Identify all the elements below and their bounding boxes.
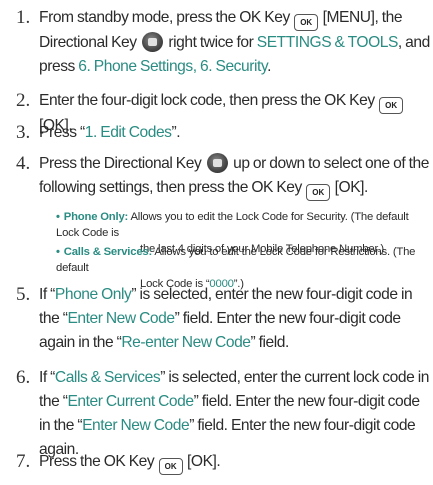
step-number: 5. bbox=[16, 284, 31, 305]
step-text: Press “1. Edit Codes”. bbox=[39, 124, 181, 141]
field-name: Enter New Code bbox=[67, 310, 175, 327]
ok-key-icon: OK bbox=[294, 14, 319, 31]
setting-name: Phone Only bbox=[54, 286, 132, 303]
step-number: 6. bbox=[16, 367, 31, 388]
step-number: 7. bbox=[16, 451, 31, 472]
step-number: 4. bbox=[16, 153, 31, 174]
directional-key-icon bbox=[142, 32, 164, 52]
step-text: If “Calls & Services” is selected, enter… bbox=[39, 369, 429, 458]
field-name: Enter New Code bbox=[82, 417, 190, 434]
step-text: From standby mode, press the OK Key OK [… bbox=[39, 9, 430, 75]
field-name: Enter Current Code bbox=[67, 393, 194, 410]
menu-path: SETTINGS & TOOLS bbox=[256, 34, 399, 51]
sub-item-term: Phone Only: bbox=[63, 211, 129, 223]
menu-path: 1. Edit Codes bbox=[84, 124, 172, 141]
instruction-page: 1. From standby mode, press the OK Key O… bbox=[0, 0, 433, 485]
ok-key-icon: OK bbox=[158, 458, 183, 475]
setting-name: Calls & Services bbox=[54, 369, 161, 386]
step-number: 1. bbox=[16, 7, 31, 28]
ok-key-icon: OK bbox=[379, 97, 404, 114]
bullet: • bbox=[56, 246, 60, 258]
bullet: • bbox=[56, 211, 60, 223]
step-text: If “Phone Only” is selected, enter the n… bbox=[39, 286, 413, 351]
directional-key-icon bbox=[206, 153, 228, 173]
step-number: 2. bbox=[16, 90, 31, 111]
step-text: Press the Directional Key up or down to … bbox=[39, 152, 431, 201]
ok-key-icon: OK bbox=[306, 184, 331, 201]
step-number: 3. bbox=[16, 122, 31, 143]
menu-path: 6. Phone Settings, 6. Security bbox=[78, 58, 268, 75]
step-text: Press the OK Key OK [OK]. bbox=[39, 450, 431, 475]
sub-item-term: Calls & Services: bbox=[63, 246, 153, 258]
field-name: Re-enter New Code bbox=[121, 334, 251, 351]
